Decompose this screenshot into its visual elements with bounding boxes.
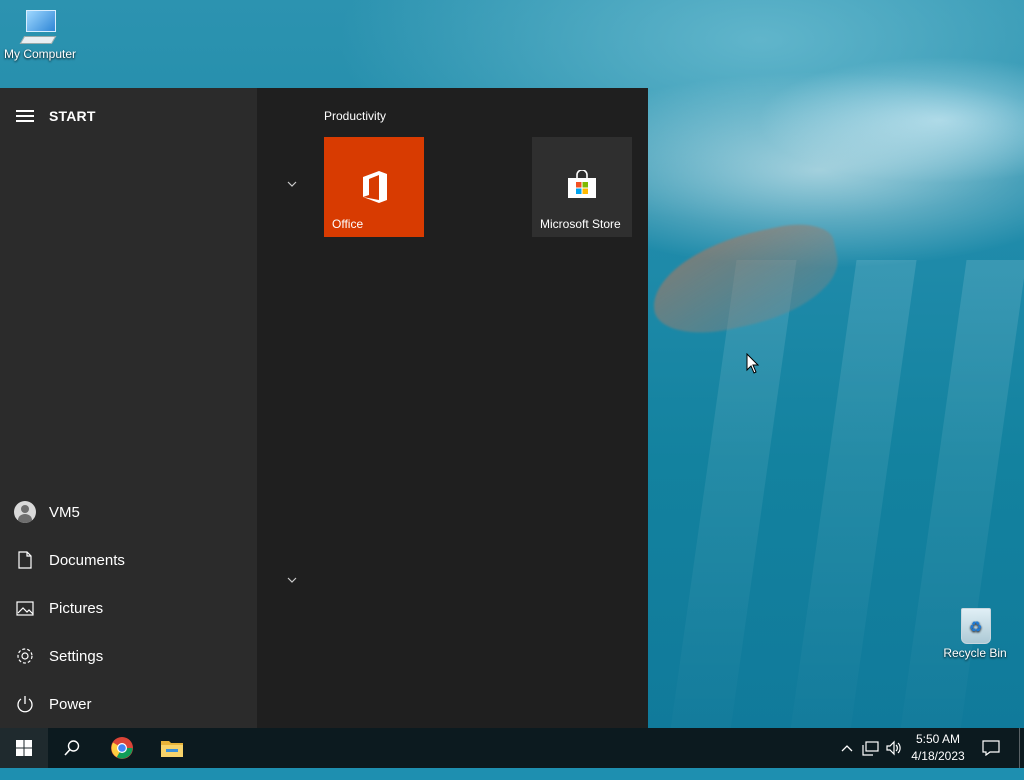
tile-label: Office	[332, 217, 364, 231]
folder-icon	[161, 741, 183, 757]
desktop-icon-label: My Computer	[3, 47, 77, 61]
office-icon	[363, 171, 387, 203]
wallpaper-figure	[642, 216, 848, 344]
desktop-icon-label: Recycle Bin	[943, 646, 1007, 660]
light-ray	[893, 260, 1024, 780]
start-item-documents[interactable]: Documents	[0, 536, 257, 584]
search-icon	[64, 740, 80, 756]
taskbar-clock[interactable]: 5:50 AM 4/18/2023	[905, 731, 971, 765]
light-ray	[783, 260, 917, 780]
tile-group-label: Productivity	[324, 109, 387, 123]
start-menu-tiles-pane: Productivity Office Microsoft Store	[257, 88, 648, 728]
hamburger-menu-icon[interactable]	[16, 110, 34, 122]
tile-label: Microsoft Store	[540, 217, 621, 231]
tile-microsoft-store[interactable]: Microsoft Store	[532, 137, 632, 237]
start-item-settings[interactable]: Settings	[0, 632, 257, 680]
start-menu-left-pane: START VM5 Documents Pictures Settings Po…	[0, 88, 257, 728]
taskbar-chrome-button[interactable]	[98, 728, 146, 768]
start-button[interactable]	[0, 728, 48, 768]
chevron-down-icon[interactable]	[287, 574, 299, 586]
taskbar: 5:50 AM 4/18/2023	[0, 728, 1024, 768]
chevron-up-icon[interactable]	[837, 738, 857, 758]
clock-time: 5:50 AM	[915, 732, 961, 746]
tile-office[interactable]: Office	[324, 137, 424, 237]
start-item-label: Pictures	[49, 599, 104, 617]
network-icon[interactable]	[861, 738, 881, 758]
gear-icon	[0, 647, 49, 665]
start-menu: START VM5 Documents Pictures Settings Po…	[0, 88, 648, 728]
desktop-icon-recycle-bin[interactable]: ♻ Recycle Bin	[935, 603, 1015, 660]
start-item-power[interactable]: Power	[0, 680, 257, 728]
taskbar-search-button[interactable]	[48, 728, 96, 768]
start-item-label: Documents	[49, 551, 125, 569]
taskbar-file-explorer-button[interactable]	[148, 728, 196, 768]
start-item-pictures[interactable]: Pictures	[0, 584, 257, 632]
document-icon	[0, 551, 49, 569]
start-title: START	[49, 108, 96, 124]
clock-date: 4/18/2023	[911, 749, 965, 763]
chrome-icon	[111, 737, 133, 759]
user-avatar-icon	[13, 501, 36, 523]
pictures-icon	[0, 600, 49, 616]
computer-icon	[19, 10, 57, 44]
start-item-user[interactable]: VM5	[0, 488, 257, 536]
start-item-label: Power	[49, 695, 92, 713]
power-icon	[0, 695, 49, 713]
start-item-label: VM5	[49, 503, 80, 521]
start-item-label: Settings	[49, 647, 104, 665]
desktop-icon-my-computer[interactable]: My Computer	[0, 10, 80, 61]
show-desktop-button[interactable]	[1019, 728, 1020, 768]
light-ray	[663, 260, 797, 780]
notification-icon[interactable]	[981, 738, 1001, 758]
store-bag-icon	[568, 170, 596, 198]
windows-logo-icon	[16, 740, 32, 756]
recycle-bin-icon: ♻	[958, 603, 992, 644]
mouse-cursor-icon	[746, 353, 760, 374]
volume-icon[interactable]	[884, 738, 904, 758]
chevron-down-icon[interactable]	[287, 178, 299, 190]
